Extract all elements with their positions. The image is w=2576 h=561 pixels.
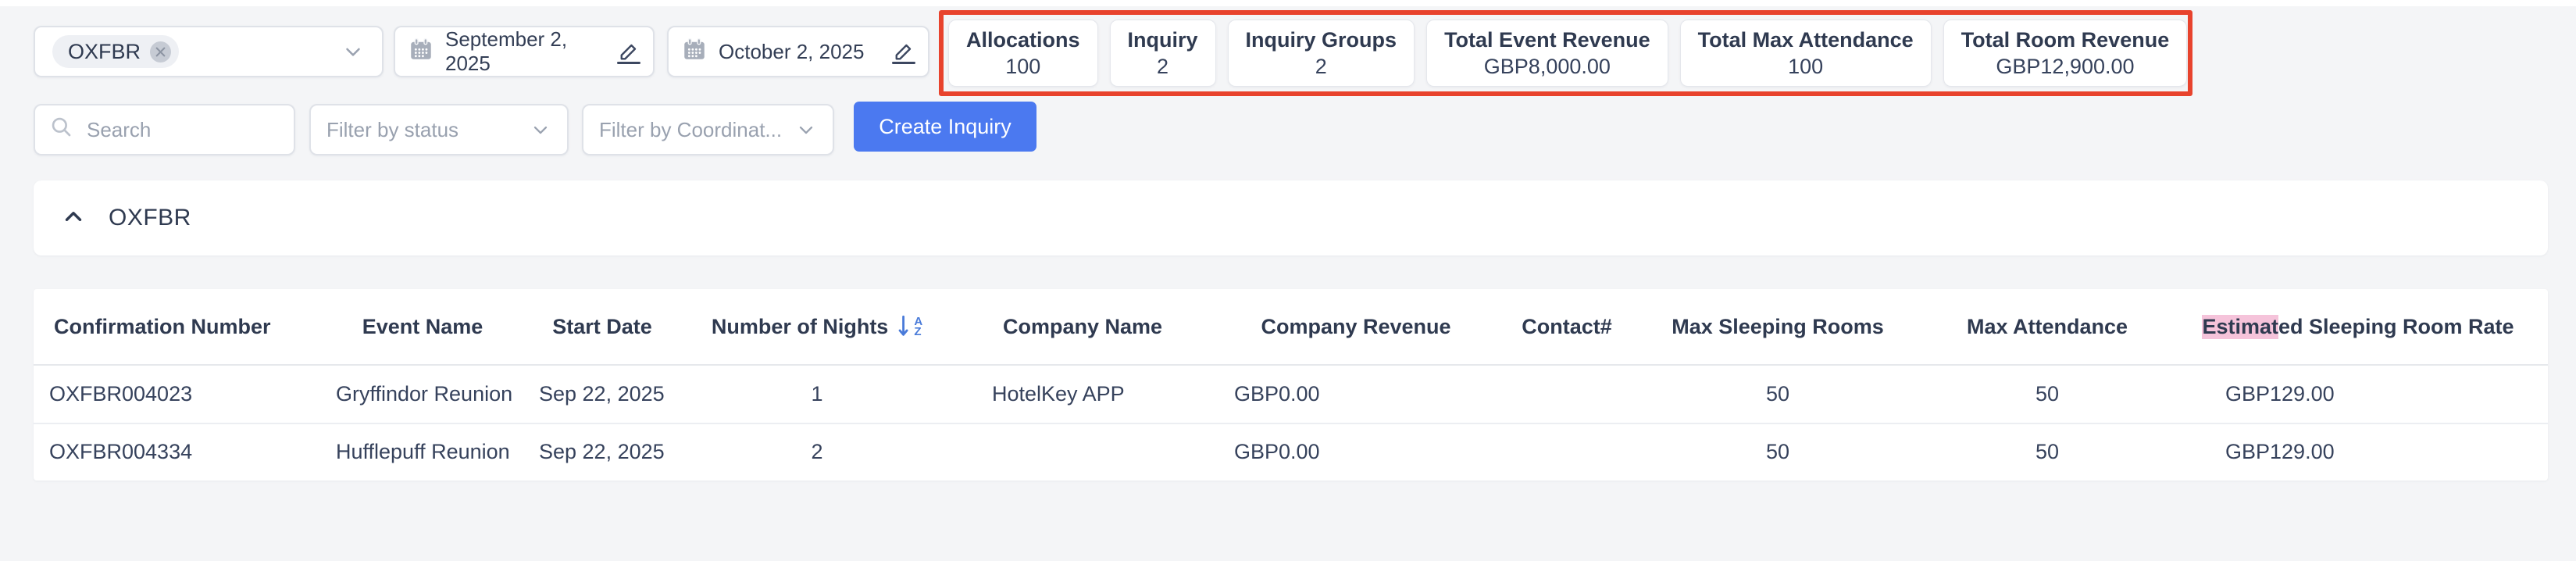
cell-number-of-nights: 1	[676, 382, 958, 406]
calendar-icon	[681, 36, 708, 68]
stat-title: Inquiry	[1128, 27, 1198, 54]
top-window-strip	[0, 0, 2576, 6]
stat-card-total-max-attendance: Total Max Attendance100	[1680, 20, 1932, 87]
cell-confirmation-number: OXFBR004334	[34, 440, 317, 464]
column-header-estimated-sleeping-room-rate[interactable]: Estimated Sleeping Room Rate	[2168, 315, 2548, 339]
chevron-down-icon	[530, 119, 551, 141]
stat-card-inquiry-groups: Inquiry Groups2	[1228, 20, 1415, 87]
start-date-picker[interactable]: September 2, 2025	[394, 26, 655, 77]
property-section-header[interactable]: OXFBR	[34, 180, 2548, 255]
column-header-max-sleeping-rooms[interactable]: Max Sleeping Rooms	[1629, 315, 1926, 339]
cell-company-name: HotelKey APP	[958, 382, 1208, 406]
stat-card-total-room-revenue: Total Room RevenueGBP12,900.00	[1943, 20, 2188, 87]
chevron-down-icon	[341, 40, 365, 63]
status-filter-placeholder: Filter by status	[326, 118, 458, 142]
table-row[interactable]: OXFBR004023Gryffindor ReunionSep 22, 202…	[34, 366, 2548, 423]
chevron-up-icon[interactable]	[60, 203, 87, 234]
stat-title: Total Max Attendance	[1698, 27, 1914, 54]
stats-highlight-outline: Allocations100Inquiry2Inquiry Groups2Tot…	[939, 10, 2192, 96]
stat-title: Inquiry Groups	[1246, 27, 1397, 54]
create-inquiry-button[interactable]: Create Inquiry	[854, 102, 1036, 152]
cell-start-date: Sep 22, 2025	[528, 382, 676, 406]
chevron-down-icon	[795, 119, 817, 141]
find-highlight: Estimat	[2202, 315, 2278, 339]
stat-title: Total Event Revenue	[1444, 27, 1650, 54]
coordinator-filter-dropdown[interactable]: Filter by Coordinat...	[582, 104, 834, 155]
calendar-icon	[408, 36, 434, 68]
stat-card-inquiry: Inquiry2	[1110, 20, 1216, 87]
cell-company-revenue: GBP0.00	[1208, 382, 1504, 406]
status-filter-dropdown[interactable]: Filter by status	[309, 104, 569, 155]
column-header-start-date[interactable]: Start Date	[528, 315, 676, 339]
end-date-value: October 2, 2025	[719, 40, 864, 64]
stat-value: 100	[1005, 54, 1040, 80]
cell-max-sleeping-rooms: 50	[1629, 440, 1926, 464]
stat-value: 2	[1315, 54, 1327, 80]
cell-company-revenue: GBP0.00	[1208, 440, 1504, 464]
stat-value: 100	[1788, 54, 1823, 80]
stat-value: GBP12,900.00	[1996, 54, 2134, 80]
cell-max-attendance: 50	[1926, 440, 2168, 464]
selected-property-label: OXFBR	[68, 40, 141, 64]
column-header-confirmation-number[interactable]: Confirmation Number	[34, 315, 317, 339]
cell-max-attendance: 50	[1926, 382, 2168, 406]
sort-az-icon[interactable]: AZ	[896, 313, 922, 340]
column-header-company-name[interactable]: Company Name	[958, 315, 1208, 339]
end-date-picker[interactable]: October 2, 2025	[667, 26, 929, 77]
cell-estimated-sleeping-room-rate: GBP129.00	[2168, 382, 2548, 406]
cell-event-name: Gryffindor Reunion	[317, 382, 528, 406]
search-input[interactable]	[87, 118, 259, 142]
coordinator-filter-placeholder: Filter by Coordinat...	[599, 118, 782, 142]
stat-title: Allocations	[966, 27, 1080, 54]
table-header-row: Confirmation NumberEvent NameStart DateN…	[34, 289, 2548, 366]
column-header-contact[interactable]: Contact#	[1504, 315, 1629, 339]
property-select[interactable]: OXFBR	[34, 26, 384, 77]
cell-estimated-sleeping-room-rate: GBP129.00	[2168, 440, 2548, 464]
cell-start-date: Sep 22, 2025	[528, 440, 676, 464]
column-header-company-revenue[interactable]: Company Revenue	[1208, 315, 1504, 339]
table-row[interactable]: OXFBR004334Hufflepuff ReunionSep 22, 202…	[34, 423, 2548, 480]
stat-title: Total Room Revenue	[1961, 27, 2170, 54]
column-header-number-of-nights[interactable]: Number of NightsAZ	[676, 313, 958, 340]
selected-property-chip: OXFBR	[52, 35, 179, 68]
start-date-value: September 2, 2025	[445, 27, 606, 76]
cell-confirmation-number: OXFBR004023	[34, 382, 317, 406]
cell-event-name: Hufflepuff Reunion	[317, 440, 528, 464]
search-icon	[49, 115, 74, 145]
cell-number-of-nights: 2	[676, 440, 958, 464]
column-header-event-name[interactable]: Event Name	[317, 315, 528, 339]
close-icon[interactable]	[150, 41, 171, 63]
stat-card-total-event-revenue: Total Event RevenueGBP8,000.00	[1426, 20, 1668, 87]
pencil-icon[interactable]	[892, 40, 915, 64]
search-field[interactable]	[34, 104, 295, 155]
column-header-max-attendance[interactable]: Max Attendance	[1926, 315, 2168, 339]
inquiries-table: Confirmation NumberEvent NameStart DateN…	[34, 289, 2548, 481]
cell-max-sleeping-rooms: 50	[1629, 382, 1926, 406]
pencil-icon[interactable]	[617, 40, 640, 64]
stat-value: GBP8,000.00	[1484, 54, 1611, 80]
stat-value: 2	[1157, 54, 1168, 80]
section-title: OXFBR	[109, 205, 191, 231]
stat-card-allocations: Allocations100	[948, 20, 1098, 87]
